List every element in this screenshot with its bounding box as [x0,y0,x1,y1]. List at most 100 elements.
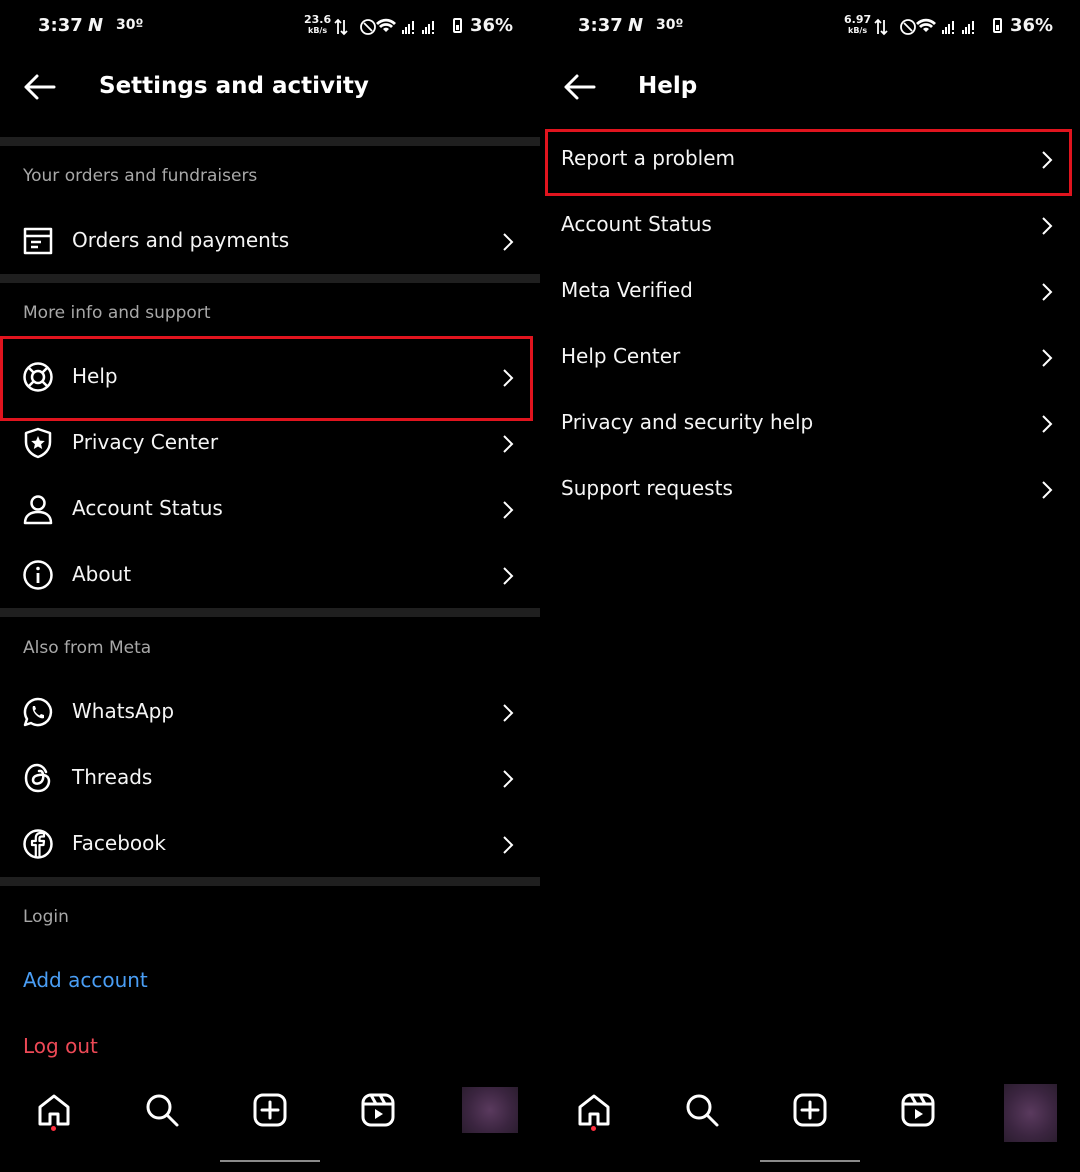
person-icon [23,495,53,525]
log-out-link[interactable]: Log out [23,1034,98,1058]
menu-item-label: About [72,562,132,586]
battery-icon [993,18,1002,33]
menu-item-report-a-problem[interactable]: Report a problem [540,126,1080,192]
network-speed-value: 23.6 [304,13,332,26]
receipt-icon [23,227,53,255]
status-time: 3:37 [38,15,83,36]
sync-icon [360,19,376,35]
wifi-icon [916,18,936,32]
chevron-right-icon [503,501,514,519]
battery-percent: 36% [1010,15,1054,36]
menu-item-meta-verified[interactable]: Meta Verified [540,258,1080,324]
section-label-login: Login [23,907,69,927]
notification-dot [591,1126,596,1131]
add-account-link[interactable]: Add account [23,968,148,992]
search-icon[interactable] [144,1092,180,1128]
menu-item-account-status[interactable]: Account Status [540,192,1080,258]
chevron-right-icon [1042,217,1053,235]
status-bar: 3:37 N 30º 6.97 kB/s 36% [540,12,1080,40]
lifebuoy-icon [23,362,53,392]
reels-icon[interactable] [900,1092,936,1128]
section-label-orders: Your orders and fundraisers [23,166,258,186]
menu-item-threads[interactable]: Threads [0,745,540,811]
menu-item-label: Threads [72,765,153,789]
profile-avatar[interactable] [462,1087,518,1133]
header: Settings and activity [0,60,540,116]
menu-item-support-requests[interactable]: Support requests [540,456,1080,522]
header: Help [540,60,1080,116]
chevron-right-icon [503,435,514,453]
chevron-right-icon [503,567,514,585]
data-transfer-icon [874,18,888,36]
threads-icon [24,763,51,793]
whatsapp-icon [23,697,53,727]
section-divider [0,877,540,886]
menu-item-account-status[interactable]: Account Status [0,476,540,542]
shield-star-icon [24,427,52,459]
menu-item-label: Help Center [561,344,681,368]
network-speed: 23.6 kB/s [304,14,331,36]
section-label-support: More info and support [23,303,211,323]
home-icon[interactable] [576,1092,612,1128]
chevron-right-icon [503,233,514,251]
home-icon[interactable] [36,1092,72,1128]
section-label-meta: Also from Meta [23,638,152,658]
menu-item-label: Account Status [561,212,712,236]
menu-item-label: Report a problem [561,146,736,170]
chevron-right-icon [1042,481,1053,499]
profile-avatar[interactable] [1004,1084,1057,1142]
menu-item-label: Orders and payments [72,228,290,252]
chevron-right-icon [503,369,514,387]
signal-icon-2 [422,21,434,34]
signal-icon-1 [402,21,414,34]
info-icon [23,560,53,590]
temperature: 30º [656,17,684,33]
back-arrow-icon[interactable] [22,72,56,102]
settings-and-activity-screen: 3:37 N 30º 23.6 kB/s 36% Settings and ac… [0,0,540,1172]
bottom-nav-bar [540,1080,1080,1172]
bottom-nav-bar [0,1080,540,1172]
menu-item-about[interactable]: About [0,542,540,608]
status-icons [334,18,434,36]
netflix-notification-icon: N [88,15,104,36]
signal-icon-2 [962,21,974,34]
status-time: 3:37 [578,15,623,36]
create-icon[interactable] [252,1092,288,1128]
chevron-right-icon [503,836,514,854]
create-icon[interactable] [792,1092,828,1128]
menu-item-label: Help [72,364,118,388]
network-speed-value: 6.97 [844,13,872,26]
section-divider [0,274,540,283]
menu-item-label: Account Status [72,496,223,520]
chevron-right-icon [503,704,514,722]
reels-icon[interactable] [360,1092,396,1128]
chevron-right-icon [503,770,514,788]
menu-item-facebook[interactable]: Facebook [0,811,540,877]
menu-item-label: Facebook [72,831,166,855]
home-indicator[interactable] [220,1160,320,1162]
back-arrow-icon[interactable] [562,72,596,102]
network-speed-unit: kB/s [308,26,328,35]
search-icon[interactable] [684,1092,720,1128]
wifi-icon [376,18,396,32]
menu-item-label: Privacy Center [72,430,219,454]
battery-percent: 36% [470,15,514,36]
menu-item-label: Privacy and security help [561,410,814,434]
menu-item-privacy-and-security-help[interactable]: Privacy and security help [540,390,1080,456]
menu-item-privacy-center[interactable]: Privacy Center [0,410,540,476]
battery-icon [453,18,462,33]
network-speed-unit: kB/s [848,26,868,35]
temperature: 30º [116,17,144,33]
menu-item-help-center[interactable]: Help Center [540,324,1080,390]
menu-item-orders-and-payments[interactable]: Orders and payments [0,208,540,274]
page-title: Help [638,73,698,99]
help-screen: 3:37 N 30º 6.97 kB/s 36% Help Report a p… [540,0,1080,1172]
menu-item-label: Support requests [561,476,733,500]
menu-item-whatsapp[interactable]: WhatsApp [0,679,540,745]
netflix-notification-icon: N [628,15,644,36]
chevron-right-icon [1042,151,1053,169]
home-indicator[interactable] [760,1160,860,1162]
menu-item-help[interactable]: Help [0,344,540,410]
menu-item-label: WhatsApp [72,699,175,723]
menu-item-label: Meta Verified [561,278,693,302]
